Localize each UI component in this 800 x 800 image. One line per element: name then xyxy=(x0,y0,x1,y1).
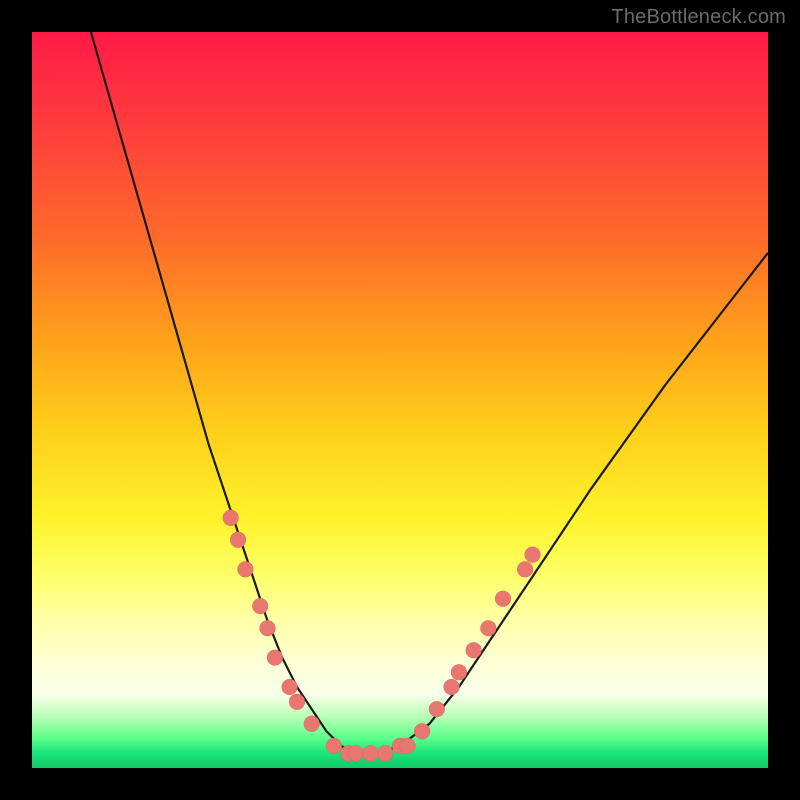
data-dot xyxy=(223,510,239,526)
data-dot xyxy=(495,591,511,607)
data-dot xyxy=(451,664,467,680)
data-dot xyxy=(363,745,379,761)
data-dot xyxy=(480,620,496,636)
data-dot xyxy=(282,679,298,695)
data-dot xyxy=(414,723,430,739)
data-dot xyxy=(230,532,246,548)
data-dot xyxy=(525,547,541,563)
curve-svg xyxy=(32,32,768,768)
data-dot xyxy=(237,561,253,577)
plot-area xyxy=(32,32,768,768)
data-dot xyxy=(444,679,460,695)
data-dot xyxy=(289,694,305,710)
data-dot xyxy=(399,738,415,754)
bottleneck-curve xyxy=(91,32,768,753)
data-dot xyxy=(252,598,268,614)
watermark-text: TheBottleneck.com xyxy=(611,6,786,29)
data-dot xyxy=(260,620,276,636)
data-dot xyxy=(267,650,283,666)
chart-frame: TheBottleneck.com xyxy=(0,0,800,800)
data-dot xyxy=(304,716,320,732)
data-dot xyxy=(377,745,393,761)
data-dot xyxy=(517,561,533,577)
data-dot xyxy=(326,738,342,754)
data-dot xyxy=(429,701,445,717)
data-dot xyxy=(466,642,482,658)
data-dot xyxy=(348,745,364,761)
